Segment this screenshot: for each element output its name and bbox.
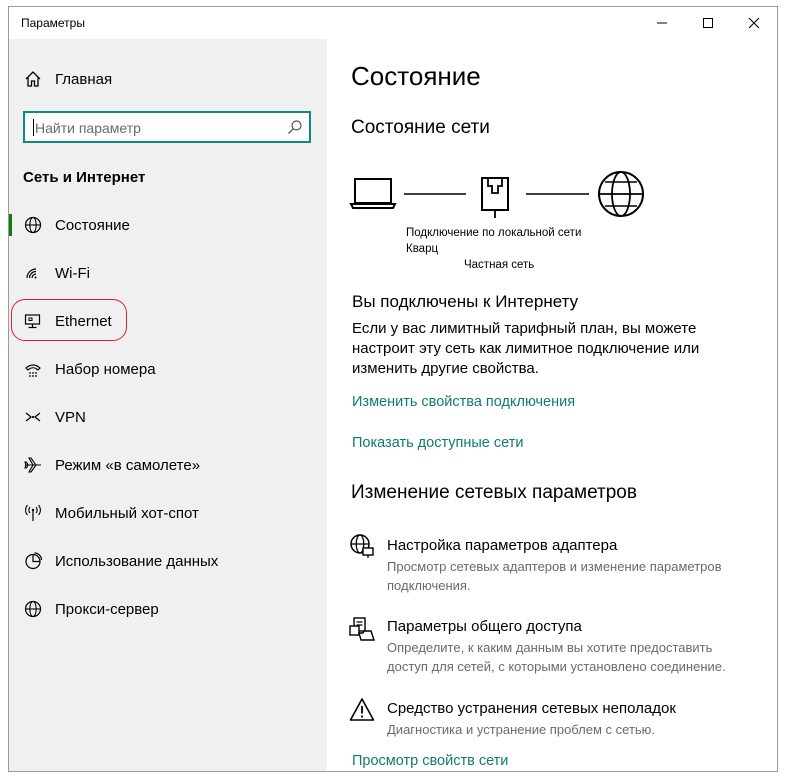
sidebar-item-label: Режим «в самолете»	[55, 456, 201, 474]
main-content: Состояние Состояние сети Подключение по …	[327, 39, 777, 771]
minimize-button[interactable]	[639, 7, 685, 39]
sidebar-item-status[interactable]: Состояние	[9, 205, 327, 245]
laptop-icon	[349, 178, 397, 209]
sidebar-item-wifi[interactable]: Wi-Fi	[9, 253, 327, 293]
minimize-icon	[657, 22, 667, 24]
search-box[interactable]: Найти параметр	[23, 111, 311, 143]
wifi-icon	[26, 268, 37, 279]
active-indicator	[9, 214, 12, 236]
option-description: Диагностика и устранение проблем с сетью…	[387, 722, 656, 737]
change-connection-properties-link[interactable]: Изменить свойства подключения	[352, 394, 575, 410]
proxy-globe-icon	[24, 600, 42, 618]
network-status-heading: Состояние сети	[351, 117, 490, 138]
view-network-properties-link[interactable]: Просмотр свойств сети	[352, 753, 508, 769]
option-title: Настройка параметров адаптера	[387, 537, 618, 554]
show-available-networks-link[interactable]: Показать доступные сети	[352, 435, 523, 451]
search-icon[interactable]	[287, 119, 303, 135]
connected-text: Если у вас лимитный тарифный план, вы мо…	[352, 320, 700, 377]
close-icon	[748, 17, 760, 29]
network-diagram	[349, 171, 644, 218]
sidebar-item-hotspot[interactable]: Мобильный хот-спот	[9, 493, 327, 533]
data-usage-icon	[25, 552, 43, 570]
adapter-icon	[350, 534, 374, 558]
sidebar-home-label: Главная	[55, 70, 113, 88]
hotspot-icon	[25, 504, 41, 521]
section-title: Сеть и Интернет	[23, 169, 146, 186]
text-caret	[33, 119, 34, 136]
title-bar: Параметры	[9, 7, 777, 39]
vpn-icon	[25, 412, 41, 422]
ethernet-port-icon	[481, 177, 509, 218]
close-button[interactable]	[731, 7, 777, 39]
sidebar-item-data-usage[interactable]: Использование данных	[9, 541, 327, 581]
sidebar-item-vpn[interactable]: VPN	[9, 397, 327, 437]
sidebar-item-label: Прокси-сервер	[55, 600, 159, 618]
settings-window: Параметры Главная Найти параметр Сеть и	[8, 6, 778, 772]
warning-icon	[349, 698, 375, 721]
sidebar-item-label: VPN	[55, 408, 86, 426]
maximize-icon	[703, 18, 713, 28]
connected-heading: Вы подключены к Интернету	[352, 292, 579, 311]
internet-globe-icon	[598, 171, 644, 217]
change-settings-heading: Изменение сетевых параметров	[351, 482, 637, 503]
sidebar-item-label: Состояние	[55, 216, 130, 234]
sharing-icon	[349, 617, 375, 641]
home-icon	[25, 71, 41, 87]
sidebar-home[interactable]: Главная	[9, 59, 327, 99]
sidebar-item-label: Мобильный хот-спот	[55, 504, 199, 522]
ethernet-highlight	[11, 299, 127, 341]
search-placeholder: Найти параметр	[35, 120, 141, 136]
sidebar-item-label: Набор номера	[55, 360, 156, 378]
dialup-icon	[25, 364, 41, 377]
connection-name: Подключение по локальной сети	[406, 227, 582, 239]
sidebar-item-airplane[interactable]: Режим «в самолете»	[9, 445, 327, 485]
airplane-icon	[24, 457, 41, 473]
network-name: Кварц	[406, 243, 439, 255]
sidebar: Главная Найти параметр Сеть и Интернет С…	[9, 39, 327, 771]
page-title: Состояние	[351, 61, 481, 91]
window-title: Параметры	[21, 16, 85, 30]
globe-icon	[24, 216, 42, 234]
sidebar-item-proxy[interactable]: Прокси-сервер	[9, 589, 327, 629]
option-description: Просмотр сетевых адаптеров и изменение п…	[387, 559, 722, 593]
network-type: Частная сеть	[464, 259, 535, 271]
maximize-button[interactable]	[685, 7, 731, 39]
option-description: Определите, к каким данным вы хотите пре…	[387, 640, 726, 674]
sidebar-item-dialup[interactable]: Набор номера	[9, 349, 327, 389]
sidebar-item-label: Wi-Fi	[55, 264, 90, 282]
option-title: Параметры общего доступа	[387, 618, 582, 635]
sidebar-item-label: Использование данных	[55, 552, 219, 570]
option-title: Средство устранения сетевых неполадок	[387, 700, 676, 717]
